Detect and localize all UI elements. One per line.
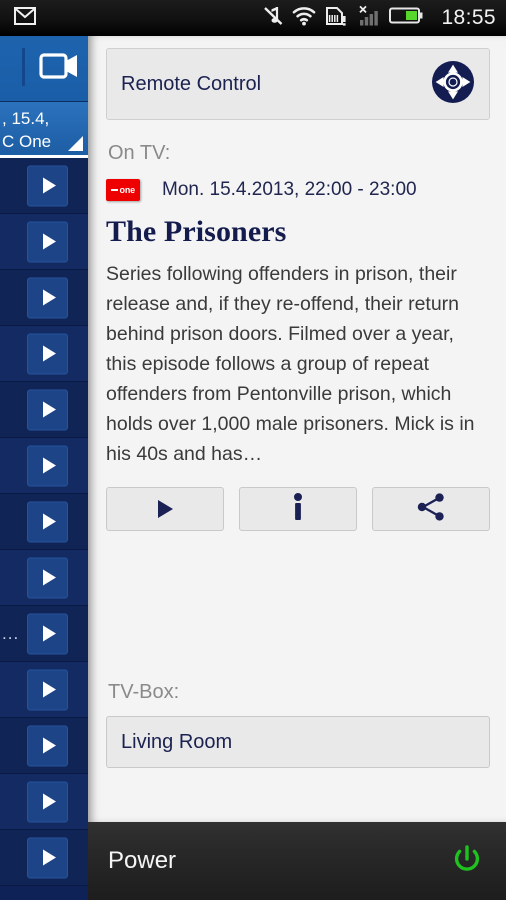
remote-control-title: Remote Control: [121, 72, 262, 95]
resize-corner-icon[interactable]: [68, 136, 83, 151]
wifi-icon: [292, 6, 316, 31]
sidebar-row[interactable]: [0, 774, 88, 830]
sidebar-play-button[interactable]: [27, 781, 68, 822]
sidebar-selected-line1: , 15.4,: [2, 109, 50, 128]
status-bar-right: 18:55: [263, 5, 496, 32]
status-bar-clock: 18:55: [441, 6, 496, 29]
channel-list-sidebar[interactable]: , 15.4, C One ...: [0, 36, 88, 900]
sidebar-row[interactable]: ...: [0, 606, 88, 662]
channel-logo: one: [106, 179, 140, 201]
sidebar-play-button[interactable]: [27, 557, 68, 598]
play-icon: [42, 289, 56, 306]
sidebar-row[interactable]: [0, 270, 88, 326]
sd-card-alert-icon: [325, 5, 347, 32]
sidebar-play-button[interactable]: [27, 389, 68, 430]
play-icon: [42, 625, 56, 642]
sidebar-row[interactable]: [0, 158, 88, 214]
sidebar-row[interactable]: [0, 718, 88, 774]
battery-icon: [389, 6, 423, 30]
sidebar-row[interactable]: [0, 214, 88, 270]
sidebar-play-button[interactable]: [27, 165, 68, 206]
status-bar: 18:55: [0, 0, 506, 36]
sidebar-row[interactable]: [0, 326, 88, 382]
channel-logo-text: one: [119, 185, 136, 195]
sidebar-record-card[interactable]: [0, 36, 88, 102]
sidebar-play-button[interactable]: [27, 221, 68, 262]
on-tv-label: On TV:: [108, 142, 171, 164]
main-panel: Remote Control On TV: one Mon. 15.4.2013…: [88, 36, 506, 822]
sidebar-row-list[interactable]: ...: [0, 158, 88, 886]
sidebar-play-button[interactable]: [27, 725, 68, 766]
sidebar-play-button[interactable]: [27, 669, 68, 710]
tv-box-label: TV-Box:: [108, 681, 180, 703]
play-icon: [42, 233, 56, 250]
sidebar-row[interactable]: [0, 830, 88, 886]
sidebar-row[interactable]: [0, 550, 88, 606]
program-title: The Prisoners: [106, 215, 287, 248]
status-bar-left: [14, 6, 263, 30]
sidebar-row-label: ...: [2, 623, 20, 643]
sidebar-play-button[interactable]: [27, 277, 68, 318]
power-bar[interactable]: Power: [88, 822, 506, 900]
share-button[interactable]: [372, 487, 490, 531]
remote-control-card[interactable]: Remote Control: [106, 48, 490, 120]
play-icon: [42, 569, 56, 586]
schedule-time: Mon. 15.4.2013, 22:00 - 23:00: [162, 179, 417, 200]
play-icon: [42, 681, 56, 698]
play-icon: [42, 849, 56, 866]
sidebar-row[interactable]: [0, 494, 88, 550]
sidebar-play-button[interactable]: [27, 333, 68, 374]
play-icon: [42, 513, 56, 530]
tv-box-selector[interactable]: Living Room: [106, 716, 490, 768]
play-icon: [42, 177, 56, 194]
video-record-icon[interactable]: [38, 50, 80, 87]
sidebar-row[interactable]: [0, 438, 88, 494]
info-icon: [292, 492, 304, 526]
panel-spacer: [106, 531, 490, 681]
play-button[interactable]: [106, 487, 224, 531]
phone-screen: 18:55 , 15.4, C One ... Remote Control O…: [0, 0, 506, 900]
program-description: Series following offenders in prison, th…: [106, 263, 475, 465]
power-icon[interactable]: [450, 842, 484, 881]
info-button[interactable]: [239, 487, 357, 531]
on-tv-row: one Mon. 15.4.2013, 22:00 - 23:00: [106, 179, 490, 201]
power-label: Power: [108, 847, 177, 874]
sidebar-play-button[interactable]: [27, 501, 68, 542]
gmail-icon: [14, 6, 36, 30]
play-icon: [42, 457, 56, 474]
sidebar-selected-channel[interactable]: , 15.4, C One: [0, 102, 88, 158]
play-icon: [42, 737, 56, 754]
play-icon: [42, 345, 56, 362]
sidebar-row[interactable]: [0, 382, 88, 438]
sidebar-play-button[interactable]: [27, 445, 68, 486]
action-button-row: [106, 487, 490, 531]
sidebar-play-button[interactable]: [27, 837, 68, 878]
share-icon: [416, 492, 446, 526]
play-icon: [42, 793, 56, 810]
sound-muted-icon: [263, 5, 283, 32]
sidebar-row[interactable]: [0, 662, 88, 718]
sidebar-play-button[interactable]: [27, 613, 68, 654]
no-signal-icon: [356, 5, 380, 32]
sidebar-accent-bar: [22, 48, 25, 86]
channel-logo-dash: [111, 189, 119, 191]
play-icon: [157, 500, 173, 518]
dpad-icon[interactable]: [431, 60, 475, 109]
play-icon: [42, 401, 56, 418]
